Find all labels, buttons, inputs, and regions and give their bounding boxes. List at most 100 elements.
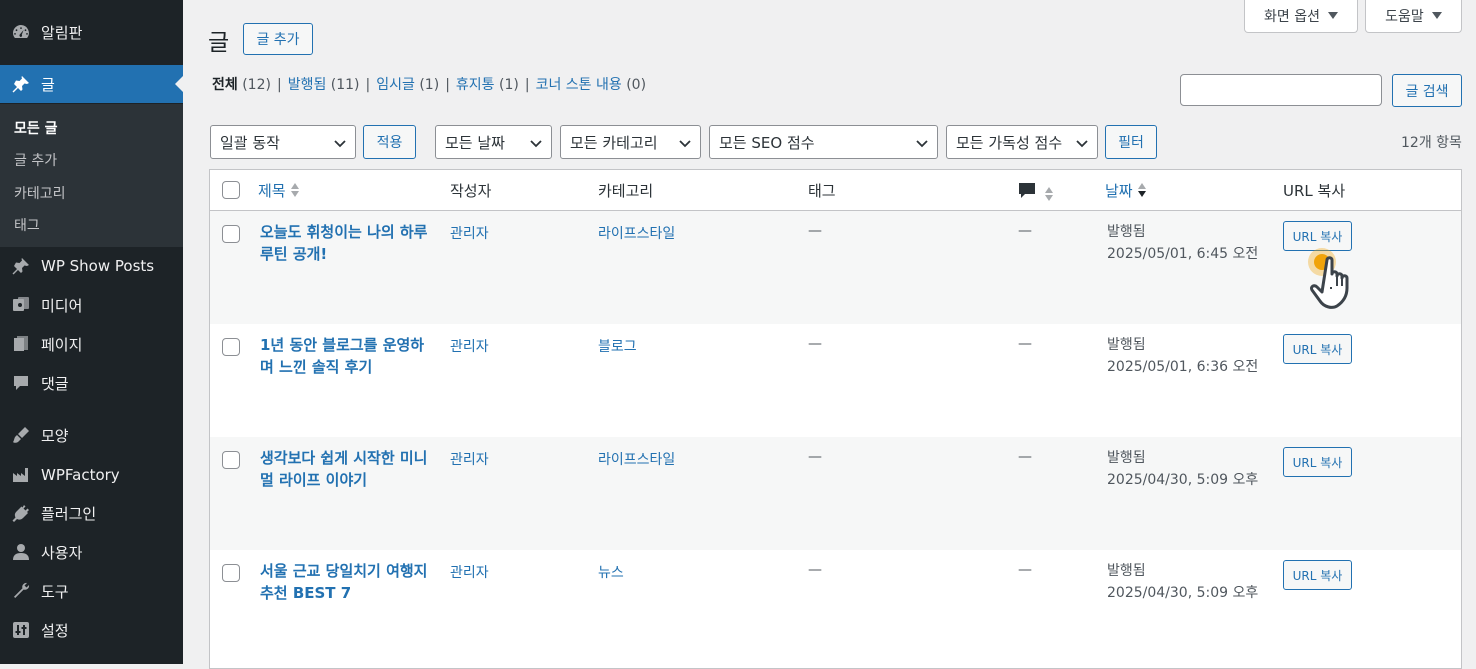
submenu-all-posts[interactable]: 모든 글	[14, 118, 58, 138]
search-input[interactable]	[1180, 74, 1382, 106]
menu-users[interactable]: 사용자	[0, 533, 183, 571]
comment-bubble-icon	[1018, 183, 1036, 204]
settings-icon	[10, 620, 32, 640]
category-link[interactable]: 뉴스	[598, 562, 624, 582]
help-button[interactable]: 도움말	[1365, 0, 1462, 33]
filter-published[interactable]: 발행됨	[288, 77, 327, 93]
page-icon	[10, 334, 32, 354]
search-posts-button[interactable]: 글 검색	[1392, 74, 1462, 107]
table-header: 제목 작성자 카테고리 태그 날짜 URL 복사	[210, 170, 1461, 211]
count-trash: (1)	[499, 77, 519, 93]
count-all: (12)	[242, 77, 271, 93]
post-status: 발행됨	[1107, 450, 1146, 466]
post-status-filters: 전체 (12) | 발행됨 (11) | 임시글 (1) | 휴지통 (1) | 코너 스톤 내…	[212, 74, 646, 94]
date-filter-select[interactable]: 모든 날짜	[435, 125, 552, 159]
column-comments[interactable]	[1018, 182, 1054, 206]
url-copy-button[interactable]: URL 복사	[1283, 334, 1352, 364]
column-url-copy: URL 복사	[1283, 182, 1346, 200]
submenu-categories[interactable]: 카테고리	[14, 183, 66, 203]
column-date-label: 날짜	[1105, 182, 1133, 200]
column-date[interactable]: 날짜	[1105, 180, 1147, 202]
chevron-down-icon	[333, 136, 347, 154]
menu-settings[interactable]: 설정	[0, 611, 183, 649]
submenu-add-post[interactable]: 글 추가	[14, 150, 57, 170]
tags-cell: —	[808, 562, 822, 578]
filter-button[interactable]: 필터	[1105, 125, 1157, 159]
url-copy-button[interactable]: URL 복사	[1283, 560, 1352, 590]
comments-cell: —	[1018, 449, 1032, 465]
menu-comments[interactable]: 댓글	[0, 364, 183, 402]
menu-label: 글	[41, 75, 55, 94]
author-link[interactable]: 관리자	[450, 449, 489, 469]
menu-tools[interactable]: 도구	[0, 572, 183, 610]
menu-appearance[interactable]: 모양	[0, 416, 183, 454]
row-checkbox[interactable]	[222, 564, 240, 582]
post-title-link[interactable]: 1년 동안 블로그를 운영하며 느낀 솔직 후기	[260, 334, 430, 378]
seo-filter-value: 모든 SEO 점수	[719, 133, 815, 152]
count-published: (11)	[330, 77, 360, 93]
category-filter-select[interactable]: 모든 카테고리	[560, 125, 701, 159]
filter-draft[interactable]: 임시글	[376, 77, 415, 93]
column-title[interactable]: 제목	[258, 180, 300, 202]
category-link[interactable]: 라이프스타일	[598, 449, 675, 469]
url-copy-button[interactable]: URL 복사	[1283, 221, 1352, 251]
category-link[interactable]: 라이프스타일	[598, 223, 675, 243]
menu-dashboard[interactable]: 알림판	[0, 13, 183, 51]
comments-cell: —	[1018, 562, 1032, 578]
separator: |	[365, 77, 371, 93]
select-all-checkbox[interactable]	[222, 181, 240, 199]
category-filter-value: 모든 카테고리	[570, 133, 658, 152]
date-cell: 발행됨 2025/04/30, 5:09 오후	[1107, 447, 1258, 491]
row-checkbox[interactable]	[222, 225, 240, 243]
menu-label: 알림판	[41, 23, 83, 42]
menu-label: WPFactory	[41, 466, 120, 484]
post-title-link[interactable]: 오늘도 휘청이는 나의 하루 루틴 공개!	[260, 221, 430, 265]
factory-icon	[10, 465, 32, 485]
admin-sidebar: 알림판 글 모든 글 글 추가 카테고리 태그 WP Show Posts 미디…	[0, 0, 183, 664]
menu-posts[interactable]: 글	[0, 65, 183, 103]
screen-options-button[interactable]: 화면 옵션	[1244, 0, 1358, 33]
comment-icon	[10, 373, 32, 393]
filter-cornerstone[interactable]: 코너 스톤 내용	[536, 77, 622, 93]
author-link[interactable]: 관리자	[450, 562, 489, 582]
seo-filter-select[interactable]: 모든 SEO 점수	[709, 125, 938, 159]
menu-label: 모양	[41, 426, 69, 445]
menu-label: 설정	[41, 621, 69, 640]
date-cell: 발행됨 2025/05/01, 6:45 오전	[1107, 221, 1258, 265]
menu-wpfactory[interactable]: WPFactory	[0, 456, 183, 494]
category-link[interactable]: 블로그	[598, 336, 637, 356]
menu-pages[interactable]: 페이지	[0, 325, 183, 363]
menu-media[interactable]: 미디어	[0, 286, 183, 324]
row-checkbox[interactable]	[222, 451, 240, 469]
comments-cell: —	[1018, 223, 1032, 239]
readability-filter-select[interactable]: 모든 가독성 점수	[946, 125, 1098, 159]
caret-down-icon	[1327, 8, 1338, 24]
filter-trash[interactable]: 휴지통	[456, 77, 495, 93]
table-row: 서울 근교 당일치기 여행지 추천 BEST 7 관리자 뉴스 — — 발행됨 2…	[210, 550, 1461, 663]
menu-wp-show-posts[interactable]: WP Show Posts	[0, 247, 183, 285]
author-link[interactable]: 관리자	[450, 336, 489, 356]
sort-icon	[290, 182, 300, 202]
submenu-tags[interactable]: 태그	[14, 215, 40, 235]
add-post-button[interactable]: 글 추가	[243, 23, 313, 55]
item-count: 12개 항목	[1401, 135, 1462, 151]
post-title-link[interactable]: 생각보다 쉽게 시작한 미니멀 라이프 이야기	[260, 447, 430, 491]
column-title-label: 제목	[258, 182, 286, 200]
menu-plugins[interactable]: 플러그인	[0, 494, 183, 532]
url-copy-button[interactable]: URL 복사	[1283, 447, 1352, 477]
column-tags: 태그	[808, 182, 836, 200]
author-link[interactable]: 관리자	[450, 223, 489, 243]
post-title-link[interactable]: 서울 근교 당일치기 여행지 추천 BEST 7	[260, 560, 430, 604]
menu-label: 미디어	[41, 296, 83, 315]
chevron-down-icon	[529, 136, 543, 154]
bulk-action-select[interactable]: 일괄 동작	[210, 125, 356, 159]
apply-button[interactable]: 적용	[363, 125, 416, 159]
date-cell: 발행됨 2025/05/01, 6:36 오전	[1107, 334, 1258, 378]
post-status: 발행됨	[1107, 563, 1146, 579]
filter-all[interactable]: 전체	[212, 77, 238, 93]
table-row: 오늘도 휘청이는 나의 하루 루틴 공개! 관리자 라이프스타일 — — 발행됨…	[210, 211, 1461, 324]
posts-submenu: 모든 글 글 추가 카테고리 태그	[0, 104, 183, 247]
post-status: 발행됨	[1107, 337, 1146, 353]
main-content: 화면 옵션 도움말 글 글 추가 전체 (12) | 발행됨 (11) | 임시글 (1…	[183, 0, 1476, 669]
row-checkbox[interactable]	[222, 338, 240, 356]
